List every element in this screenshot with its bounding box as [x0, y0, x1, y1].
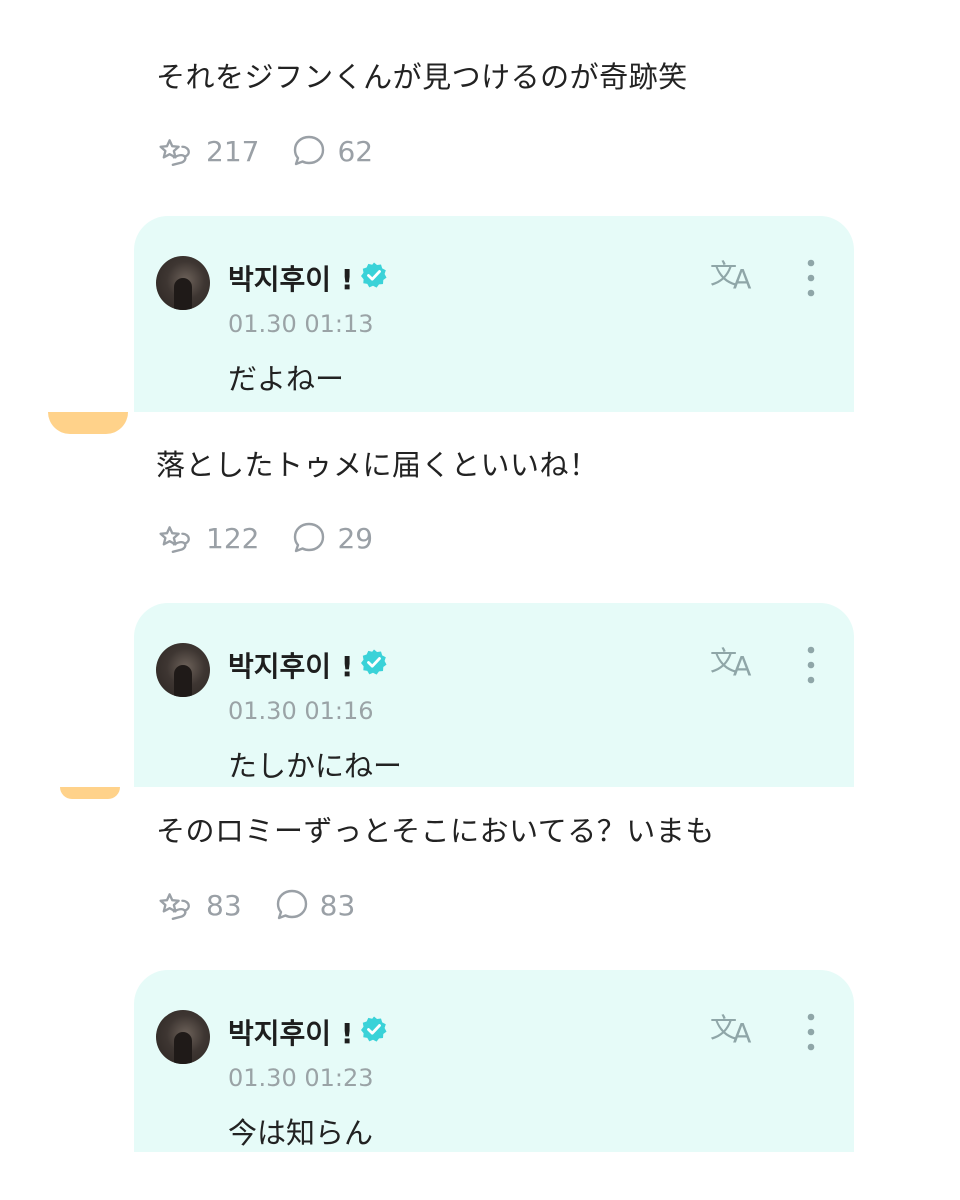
like-count: 217 [206, 134, 260, 168]
comment-count: 83 [319, 888, 356, 922]
more-vertical-icon[interactable] [806, 1012, 816, 1056]
like-icon[interactable] [156, 521, 196, 555]
post-text: それをジフンくんが見つけるのが奇跡笑 [156, 60, 688, 94]
verified-badge-icon [360, 1015, 388, 1050]
post-stats: 83 83 [156, 888, 355, 922]
translate-icon[interactable] [710, 1010, 760, 1052]
avatar[interactable] [60, 787, 120, 799]
avatar[interactable] [156, 643, 210, 697]
post-stats: 217 62 [156, 134, 373, 168]
translate-icon[interactable] [710, 643, 760, 685]
like-count: 83 [206, 888, 242, 922]
comment-thread: それをジフンくんが見つけるのが奇跡笑 217 62 박지후이 ! 01.30 0… [0, 0, 960, 1200]
like-icon[interactable] [156, 134, 196, 168]
reply-text: だよねー [228, 362, 345, 396]
reply-card: 박지후이 ! 01.30 01:23 今は知らん [134, 970, 854, 1152]
reply-timestamp: 01.30 01:16 [228, 697, 374, 725]
verified-badge-icon [360, 261, 388, 296]
comment-icon[interactable] [291, 520, 327, 556]
verified-badge-icon [360, 648, 388, 683]
author-name: 박지후이 ! [228, 650, 354, 683]
more-vertical-icon[interactable] [806, 645, 816, 689]
reply-author: 박지후이 ! [228, 1012, 388, 1052]
post-text: そのロミーずっとそこにおいてる？いまも [156, 814, 715, 848]
avatar[interactable] [156, 256, 210, 310]
reply-text: たしかにねー [228, 749, 403, 783]
reply-card: 박지후이 ! 01.30 01:16 たしかにねー [134, 603, 854, 787]
translate-icon[interactable] [710, 256, 760, 298]
post-text: 落としたトゥメに届くといいね！ [156, 448, 599, 482]
reply-timestamp: 01.30 01:23 [228, 1064, 374, 1092]
reply-author: 박지후이 ! [228, 258, 388, 298]
reply-text: 今は知らん [228, 1116, 374, 1150]
like-icon[interactable] [156, 888, 196, 922]
comment-icon[interactable] [274, 887, 310, 923]
reply-author: 박지후이 ! [228, 645, 388, 685]
comment-count: 29 [337, 521, 374, 555]
author-name: 박지후이 ! [228, 263, 354, 296]
comment-icon[interactable] [291, 133, 327, 169]
author-name: 박지후이 ! [228, 1017, 354, 1050]
more-vertical-icon[interactable] [806, 258, 816, 302]
avatar[interactable] [48, 412, 128, 434]
like-count: 122 [206, 521, 260, 555]
reply-card: 박지후이 ! 01.30 01:13 だよねー [134, 216, 854, 412]
avatar[interactable] [156, 1010, 210, 1064]
post-stats: 122 29 [156, 521, 373, 555]
reply-timestamp: 01.30 01:13 [228, 310, 374, 338]
comment-count: 62 [337, 134, 374, 168]
